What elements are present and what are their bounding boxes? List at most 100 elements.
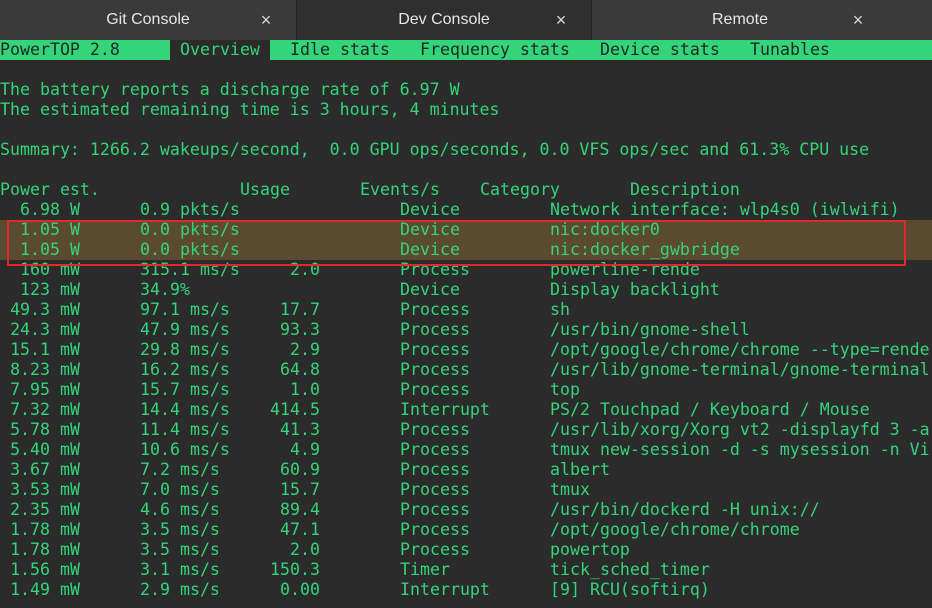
cell-power: 3.53 mW — [10, 480, 80, 499]
table-row[interactable]: 6.98 W 0.9 pkts/s Device Network interface:… — [0, 200, 932, 220]
cell-usage: 315.1 ms/s — [140, 260, 240, 279]
tab-remote[interactable]: Remote × — [592, 0, 888, 40]
cell-usage: 0.0 pkts/s — [140, 220, 240, 239]
cell-power: 49.3 mW — [10, 300, 80, 319]
cell-description: albert — [550, 460, 610, 479]
cell-description: /opt/google/chrome/chrome — [550, 520, 800, 539]
header-description: Description — [630, 180, 740, 199]
close-icon[interactable]: × — [551, 10, 571, 30]
cell-description: top — [550, 380, 580, 399]
table-row[interactable]: 160 mW 315.1 ms/s 2.0 Process powerline-rend… — [0, 260, 932, 280]
cell-description: /usr/lib/xorg/Xorg vt2 -displayfd 3 -a — [550, 420, 930, 439]
table-row[interactable]: 5.78 mW 11.4 ms/s 41.3 Process/usr/lib/xorg… — [0, 420, 932, 440]
cell-category: Device — [400, 240, 460, 259]
tab-git-console[interactable]: Git Console × — [0, 0, 296, 40]
cell-category: Timer — [400, 560, 450, 579]
cell-description: sh — [550, 300, 570, 319]
cell-events: 2.0 — [290, 260, 320, 279]
cell-events: 64.8 — [280, 360, 320, 379]
cell-category: Process — [400, 460, 470, 479]
cell-power: 1.05 W — [20, 220, 80, 239]
cell-description: tmux — [550, 480, 590, 499]
cell-category: Device — [400, 220, 460, 239]
menu-item-overview[interactable]: Overview — [170, 40, 270, 60]
header-category: Category — [480, 180, 560, 199]
table-row[interactable]: 8.23 mW 16.2 ms/s 64.8 Process/usr/lib/gnom… — [0, 360, 932, 380]
cell-events: 47.1 — [280, 520, 320, 539]
table-row[interactable]: 1.78 mW 3.5 ms/s 2.0 Process powertop — [0, 540, 932, 560]
tab-dev-console[interactable]: Dev Console × — [296, 0, 592, 40]
table-row[interactable]: 7.32 mW 14.4 ms/s 414.5 Interrupt PS/2 Touch… — [0, 400, 932, 420]
cell-power: 2.35 mW — [10, 500, 80, 519]
cell-power: 5.78 mW — [10, 420, 80, 439]
cell-events: 89.4 — [280, 500, 320, 519]
header-power: Power est. — [0, 180, 100, 199]
table-row[interactable]: 15.1 mW 29.8 ms/s 2.9 Process/opt/google/ch… — [0, 340, 932, 360]
menu-item-device-stats[interactable]: Device stats — [600, 40, 720, 60]
tab-label: Remote — [711, 11, 769, 28]
table-row[interactable]: 1.78 mW 3.5 ms/s 47.1 Process/opt/google/ch… — [0, 520, 932, 540]
cell-power: 1.05 W — [20, 240, 80, 259]
cell-events: 93.3 — [280, 320, 320, 339]
cell-power: 1.78 mW — [10, 520, 80, 539]
cell-description: Network interface: wlp4s0 (iwlwifi) — [550, 200, 900, 219]
menu-item-tunables[interactable]: Tunables — [750, 40, 830, 60]
cell-usage: 34.9% — [140, 280, 190, 299]
cell-events: 150.3 — [270, 560, 320, 579]
cell-category: Interrupt — [400, 400, 490, 419]
cell-category: Process — [400, 520, 470, 539]
table-header: Power est. Usage Events/s Category Descr… — [0, 180, 932, 200]
cell-power: 123 mW — [20, 280, 80, 299]
cell-category: Process — [400, 500, 470, 519]
cell-events: 2.0 — [290, 540, 320, 559]
cell-events: 0.00 — [280, 580, 320, 599]
cell-category: Process — [400, 360, 470, 379]
cell-usage: 0.0 pkts/s — [140, 240, 240, 259]
cell-category: Process — [400, 320, 470, 339]
table-row[interactable]: 1.49 mW 2.9 ms/s 0.00 Interrupt [9] RCU(soft… — [0, 580, 932, 600]
close-icon[interactable]: × — [848, 10, 868, 30]
table-row[interactable]: 3.53 mW 7.0 ms/s 15.7 Process tmux — [0, 480, 932, 500]
table-row[interactable]: 24.3 mW 47.9 ms/s 93.3 Process/usr/bin/gnom… — [0, 320, 932, 340]
table-row[interactable]: 5.40 mW 10.6 ms/s 4.9 Process tmux new-sessi… — [0, 440, 932, 460]
menu-item-frequency-stats[interactable]: Frequency stats — [420, 40, 570, 60]
header-events: Events/s — [360, 180, 440, 199]
battery-discharge-line: The battery reports a discharge rate of … — [0, 80, 460, 99]
cell-description: tmux new-session -d -s mysession -n Vi — [550, 440, 930, 459]
summary-line: Summary: 1266.2 wakeups/second, 0.0 GPU … — [0, 140, 870, 159]
cell-power: 1.49 mW — [10, 580, 80, 599]
table-row[interactable]: 1.56 mW 3.1 ms/s 150.3 Timer tick_sched_time… — [0, 560, 932, 580]
powertop-menu-bar: PowerTOP 2.8 Overview Idle stats Frequen… — [0, 40, 932, 60]
tab-label: Git Console — [106, 11, 190, 28]
cell-description: nic:docker0 — [550, 220, 660, 239]
table-row[interactable]: 3.67 mW 7.2 ms/s 60.9 Process albert — [0, 460, 932, 480]
close-icon[interactable]: × — [256, 10, 276, 30]
cell-events: 2.9 — [290, 340, 320, 359]
table-row[interactable]: 1.05 W 0.0 pkts/s Device nic:docker_gwbridg… — [0, 240, 932, 260]
cell-usage: 14.4 ms/s — [140, 400, 230, 419]
cell-power: 1.56 mW — [10, 560, 80, 579]
cell-power: 15.1 mW — [10, 340, 80, 359]
header-usage: Usage — [240, 180, 290, 199]
cell-description: nic:docker_gwbridge — [550, 240, 740, 259]
cell-usage: 7.0 ms/s — [140, 480, 220, 499]
table-row[interactable]: 1.05 W 0.0 pkts/s Device nic:docker0 — [0, 220, 932, 240]
menu-item-idle-stats[interactable]: Idle stats — [290, 40, 390, 60]
cell-power: 6.98 W — [20, 200, 80, 219]
cell-category: Process — [400, 540, 470, 559]
table-row[interactable]: 123 mW 34.9% Device Display backlight — [0, 280, 932, 300]
cell-category: Process — [400, 300, 470, 319]
cell-usage: 3.5 ms/s — [140, 520, 220, 539]
cell-events: 17.7 — [280, 300, 320, 319]
cell-description: [9] RCU(softirq) — [550, 580, 710, 599]
cell-category: Process — [400, 480, 470, 499]
cell-power: 5.40 mW — [10, 440, 80, 459]
table-row[interactable]: 2.35 mW 4.6 ms/s 89.4 Process/usr/bin/docke… — [0, 500, 932, 520]
terminal[interactable]: PowerTOP 2.8 Overview Idle stats Frequen… — [0, 40, 932, 608]
table-row[interactable]: 7.95 mW 15.7 ms/s 1.0 Process top — [0, 380, 932, 400]
table-row[interactable]: 49.3 mW 97.1 ms/s 17.7 Process sh — [0, 300, 932, 320]
cell-category: Process — [400, 420, 470, 439]
tab-label: Dev Console — [398, 11, 490, 28]
cell-usage: 47.9 ms/s — [140, 320, 230, 339]
cell-usage: 2.9 ms/s — [140, 580, 220, 599]
